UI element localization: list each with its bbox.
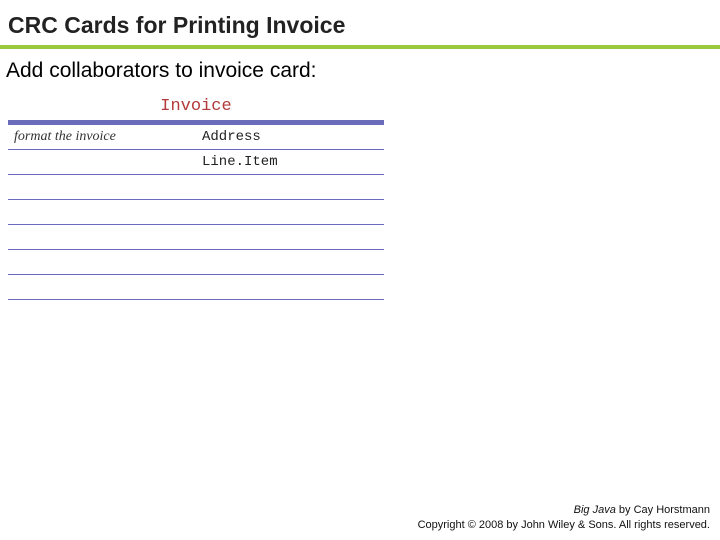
crc-collaborator-row: Line.Item: [196, 150, 384, 175]
footer-copyright: Copyright © 2008 by John Wiley & Sons. A…: [418, 518, 710, 532]
slide: CRC Cards for Printing Invoice Add colla…: [0, 0, 720, 540]
page-title: CRC Cards for Printing Invoice: [0, 0, 720, 43]
crc-responsibility-row: [8, 150, 196, 175]
crc-collaborators-column: Address Line.Item: [196, 125, 384, 300]
crc-responsibilities-column: format the invoice: [8, 125, 196, 300]
footer-author: by Cay Horstmann: [616, 504, 710, 516]
footer: Big Java by Cay Horstmann Copyright © 20…: [418, 503, 710, 532]
crc-collaborator-text: Line.Item: [202, 154, 278, 170]
crc-collaborator-row: [196, 200, 384, 225]
crc-responsibility-row: [8, 175, 196, 200]
crc-responsibility-text: format the invoice: [14, 129, 116, 145]
crc-collaborator-row: [196, 275, 384, 300]
crc-collaborator-row: Address: [196, 125, 384, 150]
footer-book-title: Big Java: [574, 504, 616, 516]
crc-responsibility-row: [8, 200, 196, 225]
crc-card: Invoice format the invoice Address Line.…: [8, 95, 384, 300]
crc-responsibility-row: [8, 275, 196, 300]
crc-responsibility-row: [8, 250, 196, 275]
crc-collaborator-text: Address: [202, 129, 261, 145]
crc-responsibility-row: [8, 225, 196, 250]
footer-line1: Big Java by Cay Horstmann: [418, 503, 710, 517]
crc-card-body: format the invoice Address Line.Item: [8, 125, 384, 300]
crc-responsibility-row: format the invoice: [8, 125, 196, 150]
crc-collaborator-row: [196, 225, 384, 250]
crc-collaborator-row: [196, 250, 384, 275]
crc-collaborator-row: [196, 175, 384, 200]
crc-card-classname: Invoice: [8, 95, 384, 121]
subtitle: Add collaborators to invoice card:: [0, 49, 720, 95]
